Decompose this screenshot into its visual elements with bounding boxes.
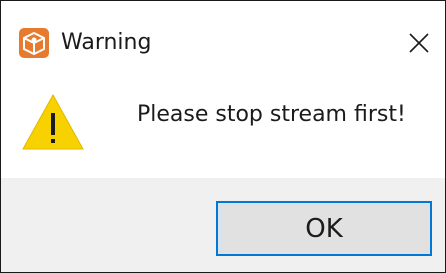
app-logo-icon	[19, 28, 49, 58]
warning-message: Please stop stream first!	[137, 102, 406, 127]
dialog-footer: OK	[1, 178, 445, 272]
ok-button[interactable]: OK	[216, 201, 432, 256]
close-button[interactable]	[399, 23, 439, 63]
ok-button-label: OK	[305, 213, 343, 244]
close-icon	[409, 33, 429, 53]
title-bar: Warning	[1, 1, 445, 81]
warning-dialog: Warning Please stop stream first! OK	[0, 0, 446, 273]
warning-triangle-icon	[22, 93, 84, 150]
dialog-title: Warning	[61, 30, 152, 55]
dialog-content: Please stop stream first!	[1, 81, 445, 178]
